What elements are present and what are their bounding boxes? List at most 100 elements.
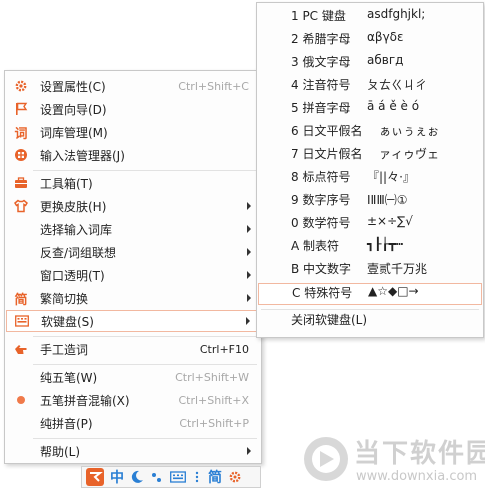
menu-item-wubi-pinyin-mixed[interactable]: 五笔拼音混输(X) Ctrl+Shift+X <box>5 389 261 411</box>
shortcut-label: Ctrl+Shift+P <box>179 416 249 430</box>
option-label: 7 日文片假名 <box>291 147 363 161</box>
flag-icon <box>13 101 29 117</box>
menu-item-label: 设置向导(D) <box>40 102 107 117</box>
keyboard-option-greek[interactable]: 2 希腊字母 αβγδε <box>257 30 483 52</box>
shirt-icon <box>13 198 29 214</box>
option-sample: ▲☆◆□→ <box>368 284 419 298</box>
menu-separator <box>33 438 257 439</box>
menu-item-change-skin[interactable]: 更换皮肤(H) <box>5 195 261 217</box>
keyboard-icon[interactable] <box>170 468 186 486</box>
gear-icon[interactable] <box>228 468 242 486</box>
submenu-arrow-icon <box>246 317 250 325</box>
menu-item-select-dictionary[interactable]: 选择输入词库 <box>5 218 261 240</box>
menu-item-label: 纯五笔(W) <box>40 370 98 385</box>
moon-icon[interactable] <box>130 468 144 486</box>
menu-item-reverse-lookup[interactable]: 反查/词组联想 <box>5 241 261 263</box>
option-sample: 『||々·』 <box>367 170 415 184</box>
manager-icon <box>13 147 29 163</box>
dots-icon[interactable] <box>192 468 202 486</box>
shortcut-label: Ctrl+Shift+X <box>178 393 249 407</box>
option-sample: ㄆㄊㄍㄐㄔ <box>367 78 428 92</box>
menu-item-window-transparency[interactable]: 窗口透明(T) <box>5 264 261 286</box>
menu-item-soft-keyboard[interactable]: 软键盘(S) <box>6 310 260 332</box>
menu-item-label: 设置属性(C) <box>40 79 106 94</box>
shortcut-label: Ctrl+Shift+W <box>175 370 249 384</box>
watermark-title: 当下软件园 <box>354 439 485 469</box>
menu-separator <box>33 364 257 365</box>
option-sample: абвгд <box>367 53 404 67</box>
menu-separator <box>261 309 479 310</box>
option-label: 3 俄文字母 <box>291 55 351 69</box>
keyboard-option-punctuation[interactable]: 8 标点符号 『||々·』 <box>257 168 483 190</box>
menu-item-help[interactable]: 帮助(L) <box>5 440 261 462</box>
keyboard-option-pc[interactable]: 1 PC 键盘 asdfghjkl; <box>257 7 483 29</box>
keyboard-option-pinyin[interactable]: 5 拼音字母 ā á ě è ó <box>257 99 483 121</box>
menu-item-label: 工具箱(T) <box>40 176 93 191</box>
punctuation-icon[interactable] <box>150 468 164 486</box>
menu-item-label: 选择输入词库 <box>40 222 113 237</box>
menu-separator <box>33 170 257 171</box>
submenu-arrow-icon <box>247 248 251 256</box>
submenu-arrow-icon <box>247 225 251 233</box>
menu-item-manual-word[interactable]: 手工造词 Ctrl+F10 <box>5 338 261 360</box>
keyboard-option-special-symbols[interactable]: C 特殊符号 ▲☆◆□→ <box>258 283 482 305</box>
keyboard-option-math[interactable]: 0 数学符号 ±×÷∑√ <box>257 214 483 236</box>
option-label: B 中文数字 <box>291 262 352 276</box>
soft-keyboard-submenu: 1 PC 键盘 asdfghjkl; 2 希腊字母 αβγδε 3 俄文字母 а… <box>256 2 484 338</box>
watermark-url: www.downxia.com <box>356 469 478 484</box>
keyboard-option-hiragana[interactable]: 6 日文平假名 ぁぃぅぇぉ <box>257 122 483 144</box>
menu-item-pure-wubi[interactable]: 纯五笔(W) Ctrl+Shift+W <box>5 366 261 388</box>
option-sample: αβγδε <box>367 30 404 44</box>
gear-icon <box>13 78 29 94</box>
shortcut-label: Ctrl+Shift+C <box>178 79 249 93</box>
option-label: 9 数字序号 <box>291 193 351 207</box>
option-label: 8 标点符号 <box>291 170 351 184</box>
menu-item-label: 词库管理(M) <box>40 125 108 140</box>
dot-icon <box>13 392 29 408</box>
option-label: 4 注音符号 <box>291 78 351 92</box>
keyboard-option-chinese-numerals[interactable]: B 中文数字 壹贰千万兆 <box>257 260 483 282</box>
menu-item-setup-wizard[interactable]: 设置向导(D) <box>5 98 261 120</box>
menu-separator <box>33 336 257 337</box>
keyboard-option-russian[interactable]: 3 俄文字母 абвгд <box>257 53 483 75</box>
menu-item-settings[interactable]: 设置属性(C) Ctrl+Shift+C <box>5 75 261 97</box>
keyboard-option-numerals[interactable]: 9 数字序号 ⅠⅡⅢ㈠① <box>257 191 483 213</box>
menu-item-label: 输入法管理器(J) <box>40 148 125 163</box>
menu-item-traditional-simplified[interactable]: 简 繁简切换 <box>5 287 261 309</box>
shortcut-label: Ctrl+F10 <box>199 342 249 356</box>
simplified-toggle[interactable]: 简 <box>208 468 222 486</box>
dictionary-icon: 词 <box>14 126 28 142</box>
close-soft-keyboard[interactable]: 关闭软键盘(L) <box>257 311 483 333</box>
menu-item-label: 帮助(L) <box>40 444 81 459</box>
menu-item-ime-manager[interactable]: 输入法管理器(J) <box>5 144 261 166</box>
menu-item-label: 软键盘(S) <box>41 314 94 329</box>
option-sample: ⅠⅡⅢ㈠① <box>367 193 408 207</box>
ime-logo-icon[interactable] <box>86 468 104 486</box>
option-sample: ┓┠┟┳┅ <box>367 237 404 251</box>
menu-item-toolbox[interactable]: 工具箱(T) <box>5 172 261 194</box>
menu-item-label: 繁简切换 <box>40 291 89 306</box>
keyboard-icon <box>14 313 30 329</box>
keyboard-option-katakana[interactable]: 7 日文片假名 ァィゥヴェ <box>257 145 483 167</box>
keyboard-option-zhuyin[interactable]: 4 注音符号 ㄆㄊㄍㄐㄔ <box>257 76 483 98</box>
menu-item-label: 更换皮肤(H) <box>40 199 107 214</box>
menu-item-label: 反查/词组联想 <box>40 245 117 260</box>
option-label: 0 数学符号 <box>291 216 351 230</box>
submenu-arrow-icon <box>247 294 251 302</box>
ime-status-bar: 中 简 <box>81 466 261 488</box>
menu-item-pure-pinyin[interactable]: 纯拼音(P) Ctrl+Shift+P <box>5 412 261 434</box>
context-menu: 设置属性(C) Ctrl+Shift+C 设置向导(D) 词 词库管理(M) 输… <box>4 70 262 464</box>
keyboard-option-box-drawing[interactable]: A 制表符 ┓┠┟┳┅ <box>257 237 483 259</box>
option-label: C 特殊符号 <box>292 286 353 300</box>
menu-item-label: 窗口透明(T) <box>40 268 105 283</box>
option-sample: asdfghjkl; <box>367 7 426 21</box>
menu-item-label: 手工造词 <box>40 342 89 357</box>
chinese-mode-toggle[interactable]: 中 <box>110 468 124 486</box>
submenu-arrow-icon <box>247 447 251 455</box>
option-sample: ァィゥヴェ <box>379 147 440 161</box>
option-label: A 制表符 <box>291 239 340 253</box>
traditional-simplified-icon: 简 <box>14 292 28 308</box>
menu-item-dictionary-manager[interactable]: 词 词库管理(M) <box>5 121 261 143</box>
option-label: 2 希腊字母 <box>291 32 351 46</box>
submenu-arrow-icon <box>247 271 251 279</box>
